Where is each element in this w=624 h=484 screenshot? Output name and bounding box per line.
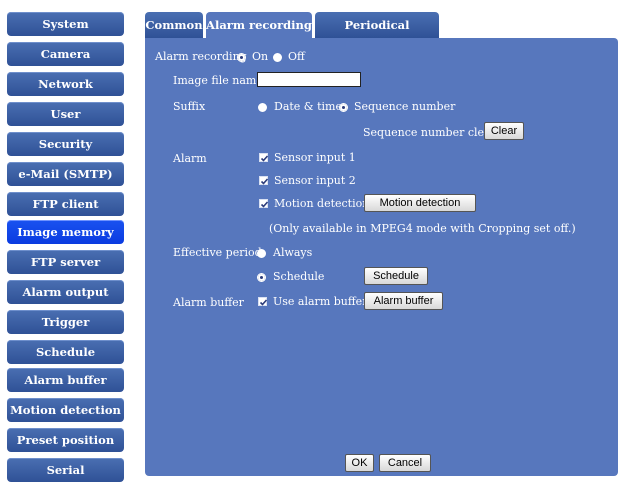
sidebar-item-email-smtp[interactable]: e-Mail (SMTP)	[7, 162, 124, 186]
sidebar-item-alarm-buffer[interactable]: Alarm buffer	[7, 368, 124, 392]
image-file-name-input[interactable]	[257, 72, 361, 87]
effective-period-schedule-radio[interactable]	[257, 273, 266, 282]
alarm-recording-label: Alarm recording	[155, 50, 247, 63]
effective-period-always-radio[interactable]	[257, 249, 266, 258]
alarm-recording-off-radio[interactable]	[273, 53, 282, 62]
sidebar-item-ftp-client[interactable]: FTP client	[7, 192, 124, 216]
sidebar-item-user[interactable]: User	[7, 102, 124, 126]
sidebar-item-preset-position[interactable]: Preset position	[7, 428, 124, 452]
schedule-button[interactable]: Schedule	[364, 267, 428, 285]
sensor-input-2-checkbox[interactable]	[259, 176, 269, 185]
sequence-number-clear-label: Sequence number clear	[363, 126, 496, 139]
suffix-date-time-radio[interactable]	[258, 103, 267, 112]
motion-detection-button[interactable]: Motion detection	[364, 194, 476, 212]
cancel-button[interactable]: Cancel	[379, 454, 431, 472]
suffix-sequence-number-label: Sequence number	[354, 100, 456, 113]
effective-period-schedule-label: Schedule	[273, 270, 325, 283]
sensor-input-1-checkbox[interactable]	[259, 153, 269, 162]
motion-detection-label: Motion detection	[274, 197, 370, 210]
alarm-buffer-label: Alarm buffer	[173, 296, 244, 309]
sidebar-item-network[interactable]: Network	[7, 72, 124, 96]
suffix-sequence-number-radio[interactable]	[339, 103, 348, 112]
sidebar-item-schedule[interactable]: Schedule	[7, 340, 124, 364]
sidebar-item-alarm-output[interactable]: Alarm output	[7, 280, 124, 304]
sidebar-item-ftp-server[interactable]: FTP server	[7, 250, 124, 274]
sidebar-item-serial[interactable]: Serial	[7, 458, 124, 482]
checkmark-icon	[260, 178, 269, 185]
checkmark-icon	[259, 299, 268, 306]
use-alarm-buffer-checkbox[interactable]	[258, 297, 268, 306]
clear-button[interactable]: Clear	[484, 122, 524, 140]
sidebar-item-camera[interactable]: Camera	[7, 42, 124, 66]
alarm-recording-panel: Alarm recording On Off Image file name S…	[145, 38, 618, 476]
alarm-recording-off-label: Off	[288, 50, 305, 63]
alarm-label: Alarm	[173, 152, 207, 165]
effective-period-always-label: Always	[273, 246, 313, 259]
motion-detection-checkbox[interactable]	[259, 199, 269, 208]
effective-period-label: Effective period	[173, 246, 262, 259]
sidebar-item-motion-detection[interactable]: Motion detection	[7, 398, 124, 422]
tab-alarm-recording[interactable]: Alarm recording	[206, 12, 312, 38]
tab-periodical-recording[interactable]: Periodical recording	[315, 12, 439, 58]
suffix-date-time-label: Date & time	[274, 100, 342, 113]
sidebar-item-trigger[interactable]: Trigger	[7, 310, 124, 334]
checkmark-icon	[260, 201, 269, 208]
use-alarm-buffer-label: Use alarm buffer	[273, 295, 368, 308]
sidebar-item-security[interactable]: Security	[7, 132, 124, 156]
sidebar-item-image-memory[interactable]: Image memory	[7, 220, 124, 244]
alarm-buffer-button[interactable]: Alarm buffer	[364, 292, 443, 310]
image-file-name-label: Image file name	[173, 74, 263, 87]
sidebar-item-system[interactable]: System	[7, 12, 124, 36]
alarm-recording-on-radio[interactable]	[237, 53, 246, 62]
suffix-label: Suffix	[173, 100, 206, 113]
sensor-input-1-label: Sensor input 1	[274, 151, 356, 164]
checkmark-icon	[260, 155, 269, 162]
sensor-input-2-label: Sensor input 2	[274, 174, 356, 187]
tab-common[interactable]: Common	[145, 12, 203, 38]
alarm-recording-on-label: On	[252, 50, 269, 63]
ok-button[interactable]: OK	[345, 454, 374, 472]
mpeg4-note: (Only available in MPEG4 mode with Cropp…	[269, 222, 576, 235]
